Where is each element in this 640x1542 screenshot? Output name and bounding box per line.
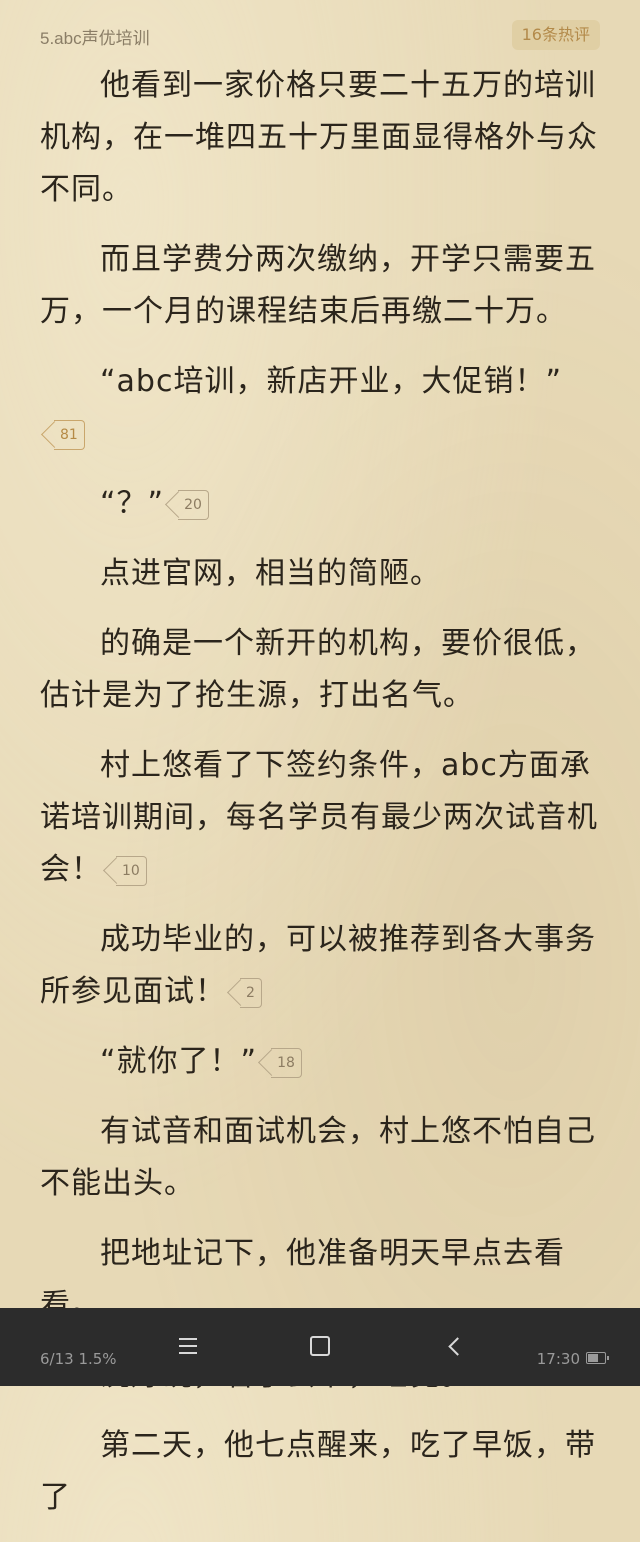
paragraph-text: “就你了！”	[100, 1044, 258, 1079]
paragraph-text: “abc培训，新店开业，大促销！”	[100, 364, 563, 399]
paragraph[interactable]: 第二天，他七点醒来，吃了早饭，带了	[40, 1420, 602, 1524]
chapter-title: 5.abc声优培训	[40, 29, 150, 48]
clock: 17:30	[536, 1350, 580, 1368]
paragraph-text: 的确是一个新开的机构，要价很低，估计是为了抢生源，打出名气。	[40, 626, 596, 713]
paragraph-text: “？”	[100, 486, 165, 521]
paragraph-text: 点进官网，相当的简陋。	[100, 556, 441, 591]
paragraph-comment-badge[interactable]: 10	[116, 855, 147, 886]
home-icon[interactable]	[300, 1326, 340, 1366]
paragraph[interactable]: 他看到一家价格只要二十五万的培训机构，在一堆四五十万里面显得格外与众不同。	[40, 60, 602, 216]
paragraph-text: 成功毕业的，可以被推荐到各大事务所参见面试！	[40, 922, 596, 1009]
paragraph[interactable]: 点进官网，相当的简陋。	[40, 548, 602, 600]
paragraph-comment-badge[interactable]: 2	[240, 977, 262, 1008]
bottom-bar: 6/13 1.5% 17:30	[0, 1308, 640, 1386]
paragraph[interactable]: 成功毕业的，可以被推荐到各大事务所参见面试！ 2	[40, 914, 602, 1018]
menu-icon[interactable]	[168, 1326, 208, 1366]
paragraph-text: 第二天，他七点醒来，吃了早饭，带了	[40, 1428, 596, 1515]
back-icon[interactable]	[434, 1326, 474, 1366]
paragraph[interactable]: 而且学费分两次缴纳，开学只需要五万，一个月的课程结束后再缴二十万。	[40, 234, 602, 338]
paragraph[interactable]: “就你了！” 18	[40, 1036, 602, 1088]
hot-comments-button[interactable]: 16条热评	[511, 20, 600, 50]
paragraph-text: 他看到一家价格只要二十五万的培训机构，在一堆四五十万里面显得格外与众不同。	[40, 68, 598, 207]
paragraph[interactable]: 有试音和面试机会，村上悠不怕自己不能出头。	[40, 1106, 602, 1210]
paragraph-text: 有试音和面试机会，村上悠不怕自己不能出头。	[40, 1114, 596, 1201]
paragraph-text: 而且学费分两次缴纳，开学只需要五万，一个月的课程结束后再缴二十万。	[40, 242, 596, 329]
battery-icon	[586, 1352, 609, 1364]
paragraph-comment-badge[interactable]: 20	[178, 489, 209, 520]
paragraph[interactable]: “？” 20	[40, 478, 602, 530]
paragraph-comment-badge[interactable]: 18	[271, 1047, 302, 1078]
paragraph[interactable]: 的确是一个新开的机构，要价很低，估计是为了抢生源，打出名气。	[40, 618, 602, 722]
paragraph[interactable]: “abc培训，新店开业，大促销！” 81	[40, 356, 602, 460]
paragraph[interactable]: 村上悠看了下签约条件，abc方面承诺培训期间，每名学员有最少两次试音机会！ 10	[40, 740, 602, 896]
paragraph-comment-badge[interactable]: 81	[54, 419, 85, 450]
reading-progress: 6/13 1.5%	[40, 1350, 117, 1368]
